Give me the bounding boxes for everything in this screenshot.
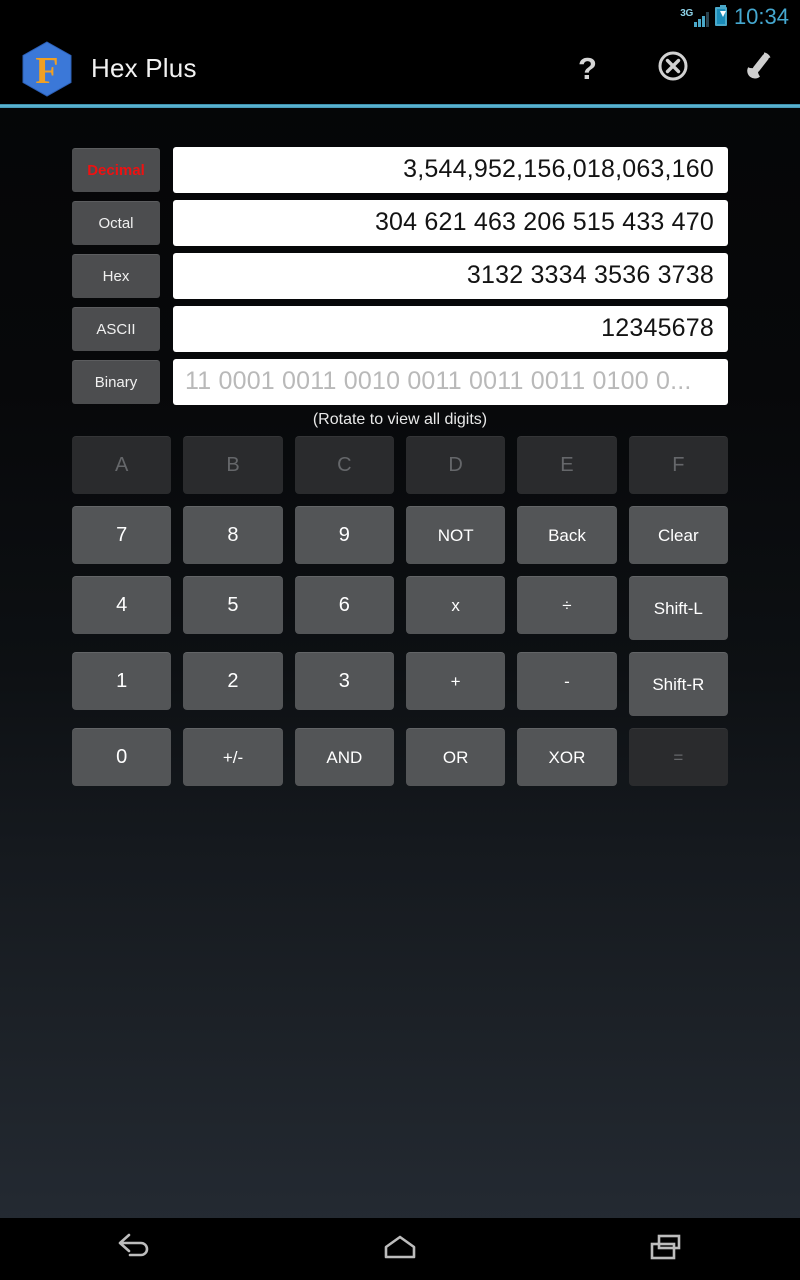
svg-text:F: F bbox=[35, 50, 58, 92]
key-sym: = bbox=[628, 728, 728, 786]
key-sym[interactable]: + bbox=[405, 652, 506, 710]
action-bar: F Hex Plus ? bbox=[0, 33, 800, 104]
key-d: D bbox=[405, 436, 506, 494]
key-2[interactable]: 2 bbox=[183, 652, 283, 710]
base-label-hex[interactable]: Hex bbox=[72, 253, 160, 298]
key-e: E bbox=[517, 436, 617, 494]
close-button[interactable] bbox=[630, 33, 715, 104]
base-label-decimal[interactable]: Decimal bbox=[72, 147, 160, 192]
keypad-row: 1 2 3 + - Shift-R bbox=[72, 652, 728, 716]
network-type-label: 3G bbox=[680, 7, 693, 19]
base-field-row: Decimal 3,544,952,156,018,063,160 bbox=[0, 146, 800, 193]
home-icon bbox=[377, 1231, 423, 1268]
base-input-binary[interactable]: 11 0001 0011 0010 0011 0011 0011 0100 0.… bbox=[173, 358, 728, 405]
back-arrow-icon bbox=[111, 1231, 155, 1268]
key-0[interactable]: 0 bbox=[72, 728, 172, 786]
key-9[interactable]: 9 bbox=[294, 506, 394, 564]
key-sym[interactable]: ÷ bbox=[517, 576, 617, 634]
key-f: F bbox=[628, 436, 728, 494]
base-label-ascii[interactable]: ASCII bbox=[72, 306, 160, 351]
key-x[interactable]: x bbox=[405, 576, 506, 634]
circle-x-icon bbox=[656, 49, 690, 88]
nav-recents-button[interactable] bbox=[607, 1218, 727, 1280]
keypad-row: 4 5 6 x ÷ Shift-L bbox=[72, 576, 728, 640]
main-content: Decimal 3,544,952,156,018,063,160 Octal 304… bbox=[0, 108, 800, 798]
action-bar-buttons: ? bbox=[545, 33, 800, 104]
hexagon-f-logo: F bbox=[20, 40, 74, 98]
base-field-row: Hex 3132 3334 3536 3738 bbox=[0, 252, 800, 299]
key-b: B bbox=[183, 436, 283, 494]
nav-home-button[interactable] bbox=[340, 1218, 460, 1280]
key-sym[interactable]: - bbox=[517, 652, 617, 710]
app-root: 3G 10:34 F Hex Plus ? Decimal 3,544,952,… bbox=[0, 0, 800, 1280]
key-5[interactable]: 5 bbox=[183, 576, 283, 634]
base-field-row: ASCII 12345678 bbox=[0, 305, 800, 352]
key-4[interactable]: 4 bbox=[72, 576, 172, 634]
clock-label: 10:34 bbox=[733, 3, 789, 29]
key-a: A bbox=[72, 436, 172, 494]
base-fields-list: Decimal 3,544,952,156,018,063,160 Octal 304… bbox=[0, 108, 800, 405]
system-navigation-bar bbox=[0, 1218, 800, 1280]
key-shiftr[interactable]: Shift-R bbox=[628, 652, 728, 716]
settings-button[interactable] bbox=[715, 33, 800, 104]
wrench-icon bbox=[739, 49, 777, 88]
key-clear[interactable]: Clear bbox=[628, 506, 728, 564]
nav-back-button[interactable] bbox=[73, 1218, 193, 1280]
keypad-row: 7 8 9 NOT Back Clear bbox=[72, 506, 728, 564]
keypad: A B C D E F 7 8 9 NOT Back Clear 4 5 6 x ÷ Shift-L 1 2 3 + - Sh… bbox=[0, 436, 800, 786]
key-sym[interactable]: +/- bbox=[183, 728, 283, 786]
battery-charging-icon bbox=[714, 5, 727, 26]
base-label-binary[interactable]: Binary bbox=[72, 359, 160, 404]
key-shiftl[interactable]: Shift-L bbox=[628, 576, 728, 640]
base-field-row: Octal 304 621 463 206 515 433 470 bbox=[0, 199, 800, 246]
base-input-octal[interactable]: 304 621 463 206 515 433 470 bbox=[173, 199, 728, 246]
recent-apps-icon bbox=[645, 1231, 689, 1268]
keypad-row: ABCDEF bbox=[72, 436, 728, 494]
keypad-row: 0 +/- AND OR XOR = bbox=[72, 728, 728, 786]
app-icon-wrapper[interactable]: F bbox=[17, 40, 77, 98]
base-label-octal[interactable]: Octal bbox=[72, 200, 160, 245]
rotate-hint-label: (Rotate to view all digits) bbox=[312, 411, 488, 428]
key-1[interactable]: 1 bbox=[72, 652, 172, 710]
key-3[interactable]: 3 bbox=[294, 652, 394, 710]
base-input-hex[interactable]: 3132 3334 3536 3738 bbox=[173, 252, 728, 299]
key-or[interactable]: OR bbox=[405, 728, 506, 786]
key-c: C bbox=[294, 436, 394, 494]
key-7[interactable]: 7 bbox=[72, 506, 172, 564]
signal-bars-icon: 3G bbox=[680, 7, 709, 27]
page-title: Hex Plus bbox=[91, 53, 197, 83]
key-xor[interactable]: XOR bbox=[517, 728, 617, 786]
key-6[interactable]: 6 bbox=[294, 576, 394, 634]
signal-strength-bars bbox=[693, 11, 709, 27]
help-button[interactable]: ? bbox=[545, 33, 630, 104]
question-mark-icon: ? bbox=[578, 51, 597, 86]
key-and[interactable]: AND bbox=[294, 728, 394, 786]
key-back[interactable]: Back bbox=[517, 506, 617, 564]
base-field-row: Binary 11 0001 0011 0010 0011 0011 0011 0… bbox=[0, 358, 800, 405]
base-input-ascii[interactable]: 12345678 bbox=[173, 305, 728, 352]
key-not[interactable]: NOT bbox=[405, 506, 506, 564]
key-8[interactable]: 8 bbox=[183, 506, 283, 564]
status-bar: 3G 10:34 bbox=[0, 0, 800, 33]
base-input-decimal[interactable]: 3,544,952,156,018,063,160 bbox=[173, 146, 728, 193]
